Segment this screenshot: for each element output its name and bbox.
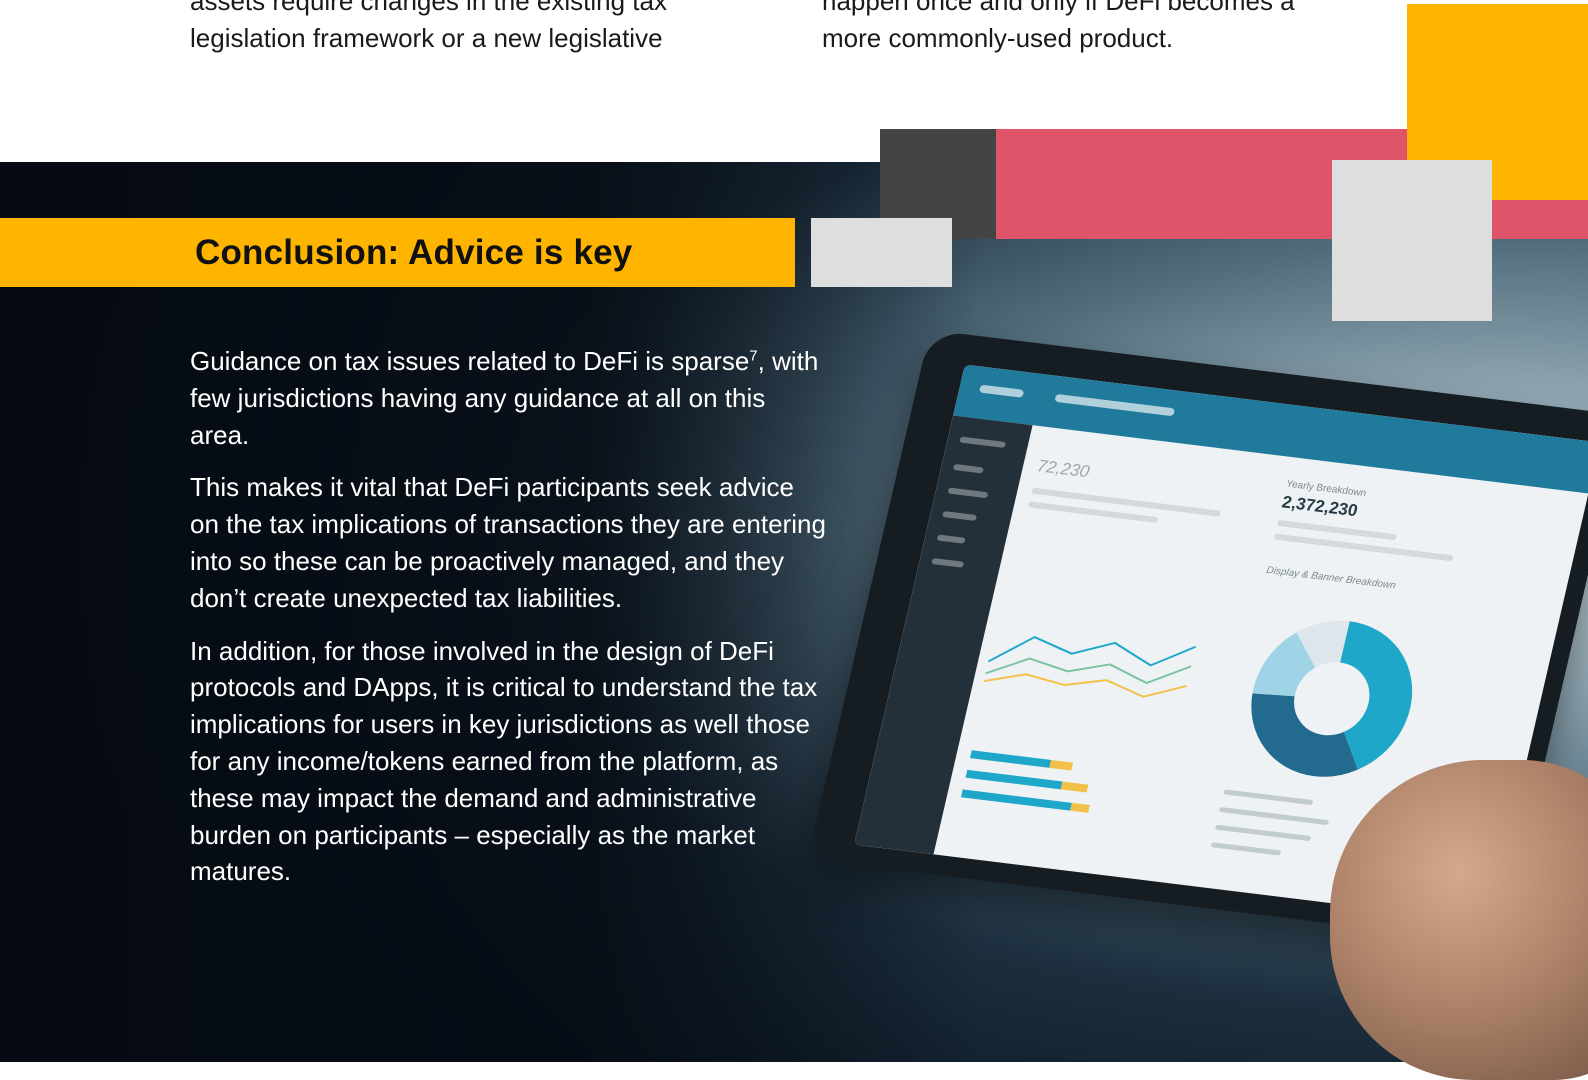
stat-left: 72,230 xyxy=(1035,456,1092,482)
donut-chart-illustration xyxy=(1251,620,1413,777)
paragraph-3: In addition, for those involved in the d… xyxy=(190,635,818,887)
decor-light-gray-block-right xyxy=(1332,160,1492,321)
top-left-line-2: legislation framework or a new legislati… xyxy=(190,22,663,53)
paragraph-1: Guidance on tax issues related to DeFi i… xyxy=(190,343,830,453)
bar-row-3 xyxy=(960,789,1090,813)
conclusion-banner: Conclusion: Advice is key xyxy=(0,218,795,287)
conclusion-heading: Conclusion: Advice is key xyxy=(195,232,633,272)
footnote-marker: 7 xyxy=(749,347,758,365)
donut-label: Display & Banner Breakdown xyxy=(1265,564,1397,592)
top-right-line-2: more commonly-used product. xyxy=(822,22,1174,53)
top-right-column: happen once and only if DeFi becomes a m… xyxy=(822,0,1382,56)
top-right-line-1: happen once and only if DeFi becomes a xyxy=(822,0,1295,16)
decor-light-gray-block-left xyxy=(811,218,952,287)
paragraph-1-main: Guidance on tax issues related to DeFi i… xyxy=(190,346,750,376)
top-left-line-1: assets require changes in the existing t… xyxy=(190,0,667,16)
conclusion-body: Guidance on tax issues related to DeFi i… xyxy=(190,343,830,906)
paragraph-2: This makes it vital that DeFi participan… xyxy=(190,472,826,613)
bar-row-2 xyxy=(965,769,1089,793)
top-left-column: assets require changes in the existing t… xyxy=(190,0,750,56)
line-chart-illustration xyxy=(983,635,1197,698)
bar-row-1 xyxy=(969,750,1074,771)
